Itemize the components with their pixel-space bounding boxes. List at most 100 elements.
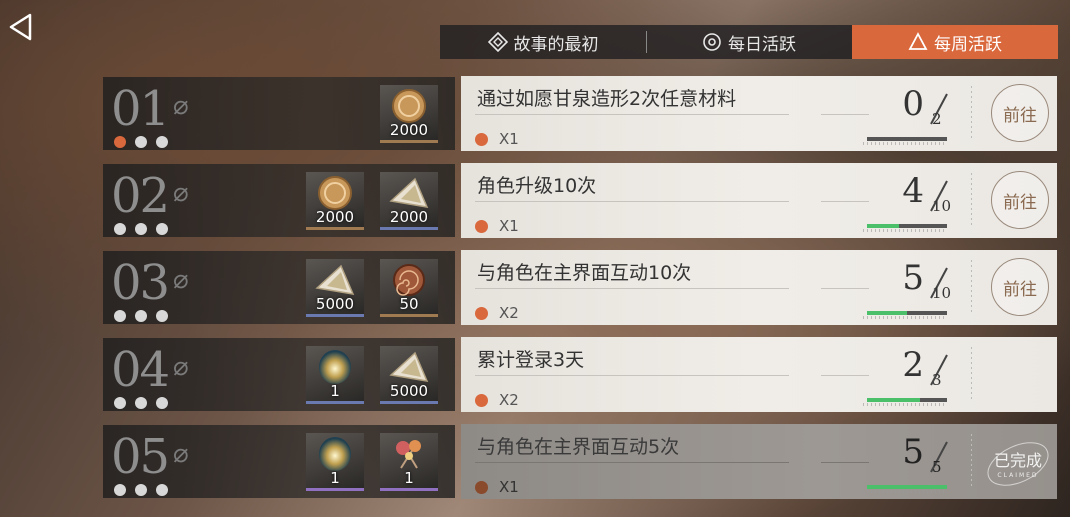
progress-ticks <box>863 316 947 319</box>
stage-dot <box>135 310 147 322</box>
stage-dot <box>114 136 126 148</box>
reward-item[interactable]: 1 <box>306 346 364 404</box>
reward-item[interactable]: 2000 <box>380 172 438 230</box>
divider <box>971 434 972 489</box>
stage-dot <box>114 484 126 496</box>
triangle-icon <box>908 32 928 52</box>
progress-current: 2 <box>902 345 924 385</box>
reward-item[interactable]: 2000 <box>306 172 364 230</box>
task-index-panel: 04 ⌀ 1 5000 <box>103 338 455 411</box>
task-index-panel: 01 ⌀ 2000 <box>103 77 455 150</box>
progress-bar <box>867 224 947 228</box>
progress-ticks <box>863 403 947 406</box>
divider <box>821 375 869 376</box>
go-button[interactable]: 前往 <box>991 258 1049 316</box>
divider <box>475 462 789 463</box>
reward-count: 1 <box>330 382 340 400</box>
task-card: 累计登录3天 X2 2 3 <box>461 337 1057 412</box>
progress-bar <box>867 398 947 402</box>
task-title: 累计登录3天 <box>477 349 585 371</box>
reward-count: 2000 <box>389 208 429 226</box>
tab-label: 故事的最初 <box>513 34 599 55</box>
null-symbol-icon: ⌀ <box>173 265 189 295</box>
progress-counter: 5 10 <box>866 254 952 304</box>
stage-dot <box>135 136 147 148</box>
task-row: 02 ⌀ 2000 2000 角色升级10次 X1 4 10 前往 <box>103 163 1057 238</box>
progress-bar <box>867 485 947 489</box>
stage-dot <box>156 484 168 496</box>
reward-count: 50 <box>399 295 419 313</box>
stage-dot <box>156 136 168 148</box>
reward-count: 5000 <box>389 382 429 400</box>
task-index-panel: 05 ⌀ 1 1 <box>103 425 455 498</box>
null-symbol-icon: ⌀ <box>173 352 189 382</box>
divider <box>475 375 789 376</box>
null-symbol-icon: ⌀ <box>173 178 189 208</box>
progress-current: 0 <box>902 84 924 124</box>
back-arrow-icon <box>9 13 32 41</box>
progress-ticks <box>863 490 947 493</box>
reward-item[interactable]: 1 <box>306 433 364 491</box>
progress-total: 10 <box>932 284 952 302</box>
task-card: 与角色在主界面互动5次 X1 5 5 已完成 CLAIMED <box>461 424 1057 499</box>
reward-count: 5000 <box>315 295 355 313</box>
reward-count: 1 <box>330 469 340 487</box>
stage-dots <box>114 397 168 409</box>
progress-total: 5 <box>932 458 942 476</box>
reward-item[interactable]: 1 <box>380 433 438 491</box>
divider <box>475 114 789 115</box>
reward-item[interactable]: 5000 <box>380 346 438 404</box>
tab-bar: 故事的最初 每日活跃 每周活跃 <box>440 25 1058 59</box>
back-button[interactable] <box>8 12 34 42</box>
gold-coin-icon <box>318 176 352 210</box>
tab-daily-active[interactable]: 每日活跃 <box>646 25 852 59</box>
task-card: 与角色在主界面互动10次 X2 5 10 前往 <box>461 250 1057 325</box>
glowing-orb-icon <box>319 437 351 471</box>
divider <box>475 288 789 289</box>
task-row: 04 ⌀ 1 5000 累计登录3天 X2 2 3 <box>103 337 1057 412</box>
progress-counter: 4 10 <box>866 167 952 217</box>
tab-story-beginning[interactable]: 故事的最初 <box>440 25 646 59</box>
go-button[interactable]: 前往 <box>991 84 1049 142</box>
task-index-panel: 03 ⌀ 5000 50 <box>103 251 455 324</box>
stage-dots <box>114 223 168 235</box>
task-card: 通过如愿甘泉造形2次任意材料 X1 0 2 前往 <box>461 76 1057 151</box>
divider <box>821 114 869 115</box>
tab-label: 每周活跃 <box>934 34 1002 55</box>
diamond-icon <box>487 32 508 52</box>
crystal-shard-icon <box>389 351 429 382</box>
stage-dot <box>156 397 168 409</box>
divider <box>971 173 972 228</box>
null-symbol-icon: ⌀ <box>173 439 189 469</box>
task-row: 05 ⌀ 1 1 与角色在主界面互动5次 X1 5 5 已完成 CLAIMED <box>103 424 1057 499</box>
progress-total: 2 <box>932 110 942 128</box>
reward-item[interactable]: 50 <box>380 259 438 317</box>
task-index-panel: 02 ⌀ 2000 2000 <box>103 164 455 237</box>
reward-item[interactable]: 5000 <box>306 259 364 317</box>
progress-current: 4 <box>902 171 924 211</box>
task-multiplier: X1 <box>499 130 519 148</box>
divider <box>821 201 869 202</box>
progress-ticks <box>863 229 947 232</box>
crystal-shard-icon <box>315 264 355 295</box>
divider <box>971 86 972 141</box>
progress-bar <box>867 311 947 315</box>
task-multiplier: X1 <box>499 217 519 235</box>
divider <box>821 462 869 463</box>
go-button[interactable]: 前往 <box>991 171 1049 229</box>
stage-dot <box>135 397 147 409</box>
reward-count: 1 <box>404 469 414 487</box>
progress-counter: 5 5 <box>866 428 952 478</box>
reward-item[interactable]: 2000 <box>380 85 438 143</box>
progress-fill <box>867 398 921 402</box>
circle-target-icon <box>702 32 722 52</box>
divider <box>821 288 869 289</box>
tab-weekly-active[interactable]: 每周活跃 <box>852 25 1058 59</box>
ammonite-shell-icon <box>393 264 425 296</box>
progress-fill <box>867 485 947 489</box>
multiplier-dot <box>475 394 488 407</box>
stage-dot <box>114 223 126 235</box>
progress-ticks <box>863 142 947 145</box>
task-number: 02 <box>111 168 170 224</box>
multiplier-dot <box>475 133 488 146</box>
